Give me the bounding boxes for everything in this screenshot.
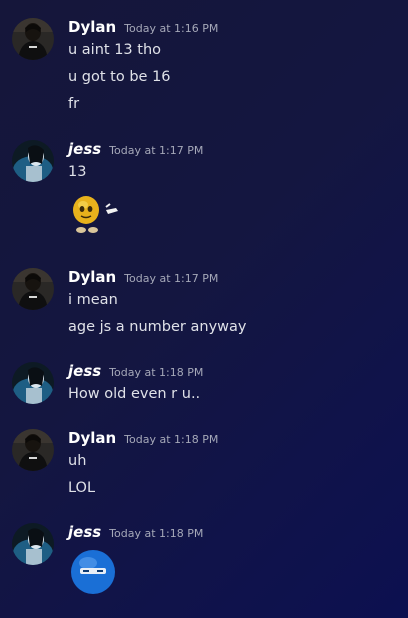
username[interactable]: Dylan bbox=[68, 18, 116, 36]
message-header: jess Today at 1:17 PM bbox=[68, 140, 203, 162]
blue-squinting-face-emoji-icon bbox=[70, 549, 116, 599]
message-text: fr bbox=[68, 96, 80, 112]
message-text: How old even r u.. bbox=[68, 386, 201, 402]
dylan-avatar-icon[interactable] bbox=[12, 18, 54, 60]
timestamp: Today at 1:17 PM bbox=[109, 144, 204, 157]
jess-avatar-icon[interactable] bbox=[12, 140, 54, 182]
timestamp: Today at 1:18 PM bbox=[124, 433, 219, 446]
message-text: age js a number anyway bbox=[68, 319, 247, 335]
message-text: uh bbox=[68, 453, 87, 469]
message-text: LOL bbox=[68, 480, 96, 496]
message-header: Dylan Today at 1:17 PM bbox=[68, 268, 218, 290]
timestamp: Today at 1:18 PM bbox=[109, 527, 204, 540]
message-header: Dylan Today at 1:18 PM bbox=[68, 429, 218, 451]
username[interactable]: jess bbox=[68, 140, 101, 158]
message-text: u got to be 16 bbox=[68, 69, 171, 85]
username[interactable]: jess bbox=[68, 523, 101, 541]
pointing-smiley-emoji-icon bbox=[70, 190, 122, 240]
message-header: Dylan Today at 1:16 PM bbox=[68, 18, 218, 40]
message-text: 13 bbox=[68, 164, 87, 180]
message-header: jess Today at 1:18 PM bbox=[68, 362, 203, 384]
message-text: i mean bbox=[68, 292, 118, 308]
dylan-avatar-icon[interactable] bbox=[12, 268, 54, 310]
timestamp: Today at 1:17 PM bbox=[124, 272, 219, 285]
dylan-avatar-icon[interactable] bbox=[12, 429, 54, 471]
timestamp: Today at 1:16 PM bbox=[124, 22, 219, 35]
message-text: u aint 13 tho bbox=[68, 42, 162, 58]
message-header: jess Today at 1:18 PM bbox=[68, 523, 203, 545]
username[interactable]: Dylan bbox=[68, 268, 116, 286]
jess-avatar-icon[interactable] bbox=[12, 523, 54, 565]
username[interactable]: Dylan bbox=[68, 429, 116, 447]
jess-avatar-icon[interactable] bbox=[12, 362, 54, 404]
username[interactable]: jess bbox=[68, 362, 101, 380]
timestamp: Today at 1:18 PM bbox=[109, 366, 204, 379]
